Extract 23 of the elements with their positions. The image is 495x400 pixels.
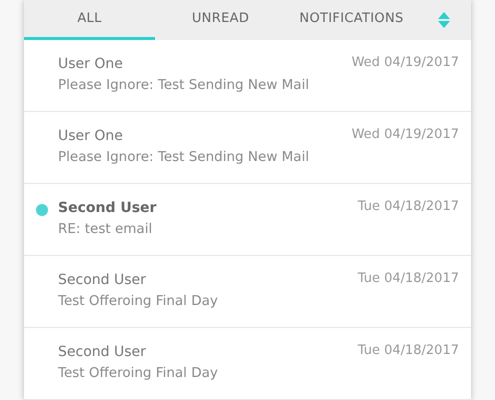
sort-icon[interactable] [438, 12, 450, 28]
message-row[interactable]: Second User Test Offeroing Final Day Tue 04/18/2017 [24, 328, 471, 400]
message-date: Tue 04/18/2017 [358, 342, 459, 360]
tab[interactable]: UNREAD [155, 0, 286, 40]
message-date: Tue 04/18/2017 [358, 270, 459, 288]
message-row[interactable]: User One Please Ignore: Test Sending New Mail Wed 04/19/2017 [24, 40, 471, 112]
sender-name: User One [58, 127, 124, 146]
tab[interactable]: NOTIFICATIONS [286, 0, 417, 40]
sender-name: Second User [58, 199, 158, 218]
message-row[interactable]: Second User RE: test email Tue 04/18/2017 [24, 184, 471, 256]
subject-text: Please Ignore: Test Sending New Mail [58, 148, 310, 167]
sender-name: Second User [58, 271, 147, 290]
subject-text: Test Offeroing Final Day [58, 292, 219, 311]
subject-text: Please Ignore: Test Sending New Mail [58, 76, 310, 95]
message-date: Wed 04/19/2017 [352, 126, 459, 144]
message-date: Tue 04/18/2017 [358, 198, 459, 216]
message-row[interactable]: User One Please Ignore: Test Sending New Mail Wed 04/19/2017 [24, 112, 471, 184]
message-row[interactable]: Second User Test Offeroing Final Day Tue 04/18/2017 [24, 256, 471, 328]
subject-text: RE: test email [58, 220, 154, 239]
subject-text: Test Offeroing Final Day [58, 364, 219, 383]
sender-name: User One [58, 55, 124, 74]
sender-name: Second User [58, 343, 147, 362]
message-date: Wed 04/19/2017 [352, 54, 459, 72]
